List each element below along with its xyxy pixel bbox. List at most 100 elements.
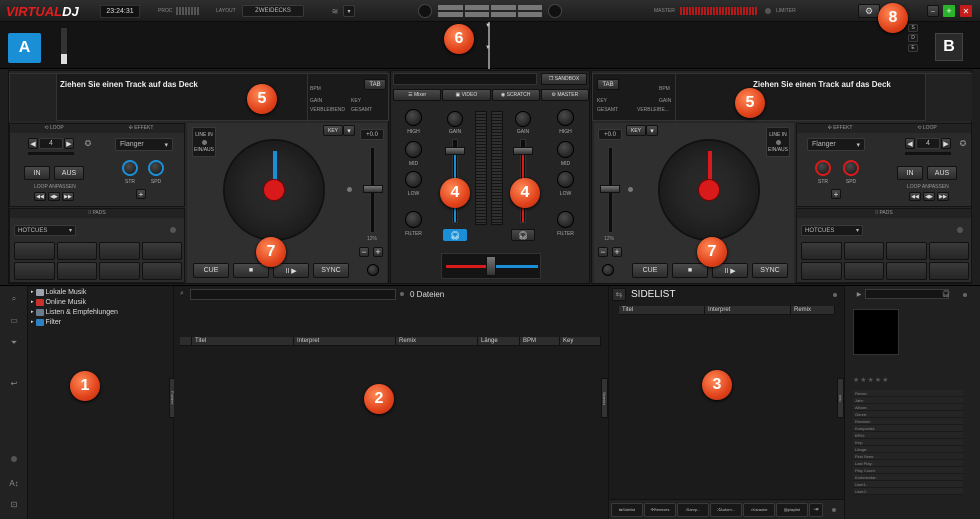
column-bpm[interactable]: BPM [520,337,560,345]
deck-a-tab-button[interactable]: TAB [364,79,386,90]
column-length[interactable]: Länge [478,337,520,345]
mixer-b-high-knob[interactable] [557,109,574,126]
info-field-bpm[interactable]: BPM: [853,432,963,439]
deck-a-pad-2[interactable] [56,242,97,260]
deck-a-play-button[interactable]: II ▶ [273,263,309,278]
deck-a-pad-1[interactable] [14,242,55,260]
tab-playlist[interactable]: ▤ playlist [776,502,808,517]
deck-b-pad-5[interactable] [801,262,842,280]
deck-b-effect-spd-knob[interactable] [843,160,859,176]
layout-select[interactable]: ZWEIDECKS [242,5,304,17]
waveform-dropdown[interactable]: ▾ [343,5,355,17]
deck-b-indicator[interactable]: B [935,33,963,61]
mixer-a-filter-knob[interactable] [405,211,422,228]
deck-a-track-info[interactable]: Ziehen Sie einen Track auf das Deck BPM … [9,73,389,122]
tab-scratch[interactable]: ◉ SCRATCH [491,89,540,101]
info-field-user2[interactable]: User2: [853,488,963,495]
deck-b-jog-mini[interactable] [548,4,562,18]
deck-b-pad-8[interactable] [928,262,969,280]
sidelist-more-button[interactable]: ⇥ [809,502,823,517]
deck-b-pad-6[interactable] [843,262,884,280]
deck-b-loop-prev-button[interactable]: ◀ [905,138,915,149]
info-field-remixer[interactable]: Remixer: [853,418,963,425]
deck-a-linein-button[interactable]: LINE IN EIN/AUS [192,127,216,157]
tab-automix[interactable]: ⤮ Autom... [710,502,742,517]
drive-icon[interactable]: ▭ [6,313,22,327]
crossfader-handle[interactable] [486,256,496,276]
mixer-a-volume-handle[interactable] [445,147,465,155]
deck-b-mini-s-button[interactable]: S [908,24,918,32]
deck-b-loop-shift-left-button[interactable]: ◀◀ [909,192,921,201]
deck-b-loop-next-button[interactable]: ▶ [941,138,951,149]
info-field-play-count[interactable]: Play Count: [853,467,963,474]
tree-item-lists-recommendations[interactable]: ▸ Listen & Empfehlungen [31,307,118,317]
column-remix[interactable]: Remix [396,337,478,345]
info-field-first-seen[interactable]: First Seen: [853,453,963,460]
column-key[interactable]: Key [560,337,601,345]
deck-b-effect-select[interactable]: Flanger ▾ [807,138,865,151]
mixer-a-low-knob[interactable] [405,171,422,188]
deck-b-stop-button[interactable]: ■ [672,263,708,278]
deck-b-loop-out-button[interactable]: AUS [927,166,957,180]
tree-item-filter[interactable]: ▸ Filter [31,317,118,327]
deck-b-linein-button[interactable]: LINE IN EIN/AUS [766,127,790,157]
deck-b-jog-wheel[interactable] [658,139,760,241]
deck-a-key-button[interactable]: KEY [323,125,343,136]
settings-gear-icon[interactable]: ⚙ [858,4,880,18]
deck-a-loop-in-button[interactable]: IN [24,166,50,180]
search-input[interactable] [190,289,396,300]
info-field-remix[interactable]: Remix: [853,390,963,397]
info-field-user1[interactable]: User1: [853,481,963,488]
maximize-button[interactable]: + [943,5,955,17]
mixer-a-high-knob[interactable] [405,109,422,126]
deck-b-mini-d-button[interactable]: D [908,34,918,42]
deck-b-key-dropdown[interactable]: ▾ [646,125,658,136]
mixer-b-gain-knob[interactable] [515,111,531,127]
deck-a-loop-prev-button[interactable]: ◀ [28,138,38,149]
sidelist-column-artist[interactable]: Interpret [705,306,791,314]
tree-item-online-music[interactable]: ▸ Online Musik [31,297,118,307]
deck-b-loop-settings-icon[interactable]: ✪ [957,137,969,149]
tab-mixer[interactable]: ☰ Mixer [393,89,442,101]
info-field-last-play[interactable]: Last Play: [853,460,963,467]
deck-b-mini-e-button[interactable]: E [908,44,918,52]
tab-master[interactable]: ⚙ MASTER [540,89,589,101]
mixer-b-headphone-icon[interactable]: 🎧︎ [511,229,535,241]
mixer-b-volume-handle[interactable] [513,147,533,155]
deck-b-master-tempo-knob[interactable] [602,264,614,276]
deck-b-cue-button[interactable]: CUE [632,263,668,278]
mixer-a-mid-knob[interactable] [405,141,422,158]
deck-a-jog-mini[interactable] [418,4,432,18]
font-size-icon[interactable]: A↕ [6,476,22,490]
deck-b-tab-button[interactable]: TAB [597,79,619,90]
deck-a-effect-add-button[interactable]: + [136,189,146,199]
headphone-preview-icon[interactable]: 🎧︎ [941,289,951,299]
close-button[interactable]: ✕ [960,5,972,17]
info-field-year[interactable]: Jahr: [853,397,963,404]
layout-toggle-icon[interactable]: ⊡ [6,497,22,511]
tab-remixes[interactable]: ✣ Remixes [644,502,676,517]
deck-a-master-tempo-knob[interactable] [367,264,379,276]
info-field-length[interactable]: Länge: [853,446,963,453]
info-play-icon[interactable]: ▶ [855,290,863,298]
deck-b-track-info[interactable]: TAB BPM KEY GAIN GESAMT VERBLEIBE... Zie… [592,73,972,122]
mixer-a-headphone-icon[interactable]: 🎧︎ [443,229,467,241]
deck-a-pitch-fader-handle[interactable] [363,185,383,193]
deck-b-pitch-minus-button[interactable]: − [598,247,608,257]
mixer-b-filter-knob[interactable] [557,211,574,228]
info-field-key[interactable]: Key: [853,439,963,446]
waveform-icon[interactable]: ≋ [328,4,342,18]
column-title[interactable]: Titel [192,337,294,345]
deck-a-loop-shift-right-button[interactable]: ▶▶ [62,192,74,201]
info-preview-bar[interactable] [865,289,949,299]
deck-b-pad-3[interactable] [886,242,927,260]
sidelist-icon[interactable]: ⇆ [612,288,626,301]
column-icon[interactable] [180,337,192,345]
mixer-b-mid-knob[interactable] [557,141,574,158]
crossfader[interactable] [441,253,541,279]
deck-a-loop-out-button[interactable]: AUS [54,166,84,180]
info-field-composer[interactable]: Komponist: [853,425,963,432]
tree-item-local-music[interactable]: ▸ Lokale Musik [31,287,118,297]
deck-b-pad-4[interactable] [928,242,969,260]
tab-sidelist[interactable]: ⇆ Sidelist [611,502,643,517]
